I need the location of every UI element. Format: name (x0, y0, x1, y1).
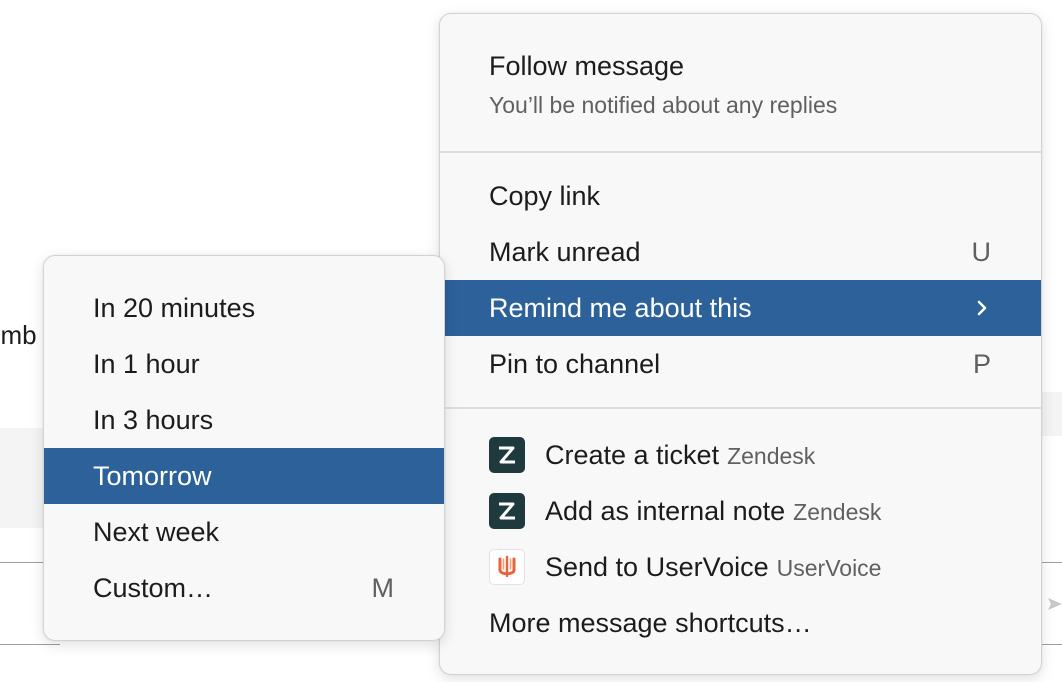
uservoice-icon (489, 549, 525, 585)
remind-me-label: Remind me about this (489, 293, 752, 323)
mark-unread-item[interactable]: Mark unread U (440, 224, 1041, 280)
send-to-uservoice-label: Send to UserVoice (545, 552, 769, 582)
more-message-shortcuts-label: More message shortcuts… (489, 608, 812, 638)
send-to-uservoice-app-name: UserVoice (776, 555, 882, 581)
remind-in-3-hours-label: In 3 hours (93, 405, 214, 435)
send-to-uservoice-item[interactable]: Send to UserVoice UserVoice (440, 539, 1041, 595)
send-icon[interactable] (1044, 586, 1062, 622)
remind-in-1-hour-item[interactable]: In 1 hour (44, 336, 444, 392)
remind-next-week-item[interactable]: Next week (44, 504, 444, 560)
remind-tomorrow-label: Tomorrow (93, 461, 212, 491)
remind-in-20-minutes-item[interactable]: In 20 minutes (44, 280, 444, 336)
mark-unread-label: Mark unread (489, 237, 641, 267)
background-divider (1040, 562, 1062, 563)
create-ticket-item[interactable]: Create a ticket Zendesk (440, 427, 1041, 483)
background-message-highlight-right (1040, 392, 1062, 436)
pin-to-channel-label: Pin to channel (489, 349, 661, 379)
remind-in-20-minutes-label: In 20 minutes (93, 293, 256, 323)
add-internal-note-label: Add as internal note (545, 496, 786, 526)
add-internal-note-item[interactable]: Add as internal note Zendesk (440, 483, 1041, 539)
chevron-right-icon (977, 300, 987, 316)
menu-divider (440, 407, 1041, 409)
menu-divider (440, 151, 1041, 153)
copy-link-label: Copy link (489, 181, 601, 211)
mark-unread-shortcut: U (971, 237, 992, 267)
send-arrow-icon (1048, 598, 1062, 610)
remind-me-item[interactable]: Remind me about this (440, 280, 1041, 336)
follow-message-item[interactable]: Follow message You’ll be notified about … (440, 14, 1041, 151)
remind-me-submenu: In 20 minutes In 1 hour In 3 hours Tomor… (43, 255, 445, 641)
add-internal-note-app-name: Zendesk (793, 499, 882, 525)
follow-message-subtitle: You’ll be notified about any replies (489, 92, 838, 118)
remind-in-3-hours-item[interactable]: In 3 hours (44, 392, 444, 448)
pin-to-channel-shortcut: P (972, 349, 991, 379)
remind-next-week-label: Next week (93, 517, 220, 547)
create-ticket-app-name: Zendesk (727, 443, 816, 469)
zendesk-icon (489, 437, 525, 473)
copy-link-item[interactable]: Copy link (440, 168, 1041, 224)
remind-custom-item[interactable]: Custom… M (44, 560, 444, 616)
more-message-shortcuts-item[interactable]: More message shortcuts… (440, 595, 1041, 651)
pin-to-channel-item[interactable]: Pin to channel P (440, 336, 1041, 392)
background-divider (0, 644, 60, 645)
message-actions-menu: Follow message You’ll be notified about … (439, 13, 1042, 675)
remind-in-1-hour-label: In 1 hour (93, 349, 200, 379)
background-divider (1040, 644, 1062, 645)
create-ticket-label: Create a ticket (545, 440, 720, 470)
follow-message-title: Follow message (489, 51, 685, 81)
remind-custom-shortcut: M (371, 573, 395, 603)
remind-custom-label: Custom… (93, 573, 214, 603)
remind-tomorrow-item[interactable]: Tomorrow (44, 448, 444, 504)
zendesk-icon (489, 493, 525, 529)
